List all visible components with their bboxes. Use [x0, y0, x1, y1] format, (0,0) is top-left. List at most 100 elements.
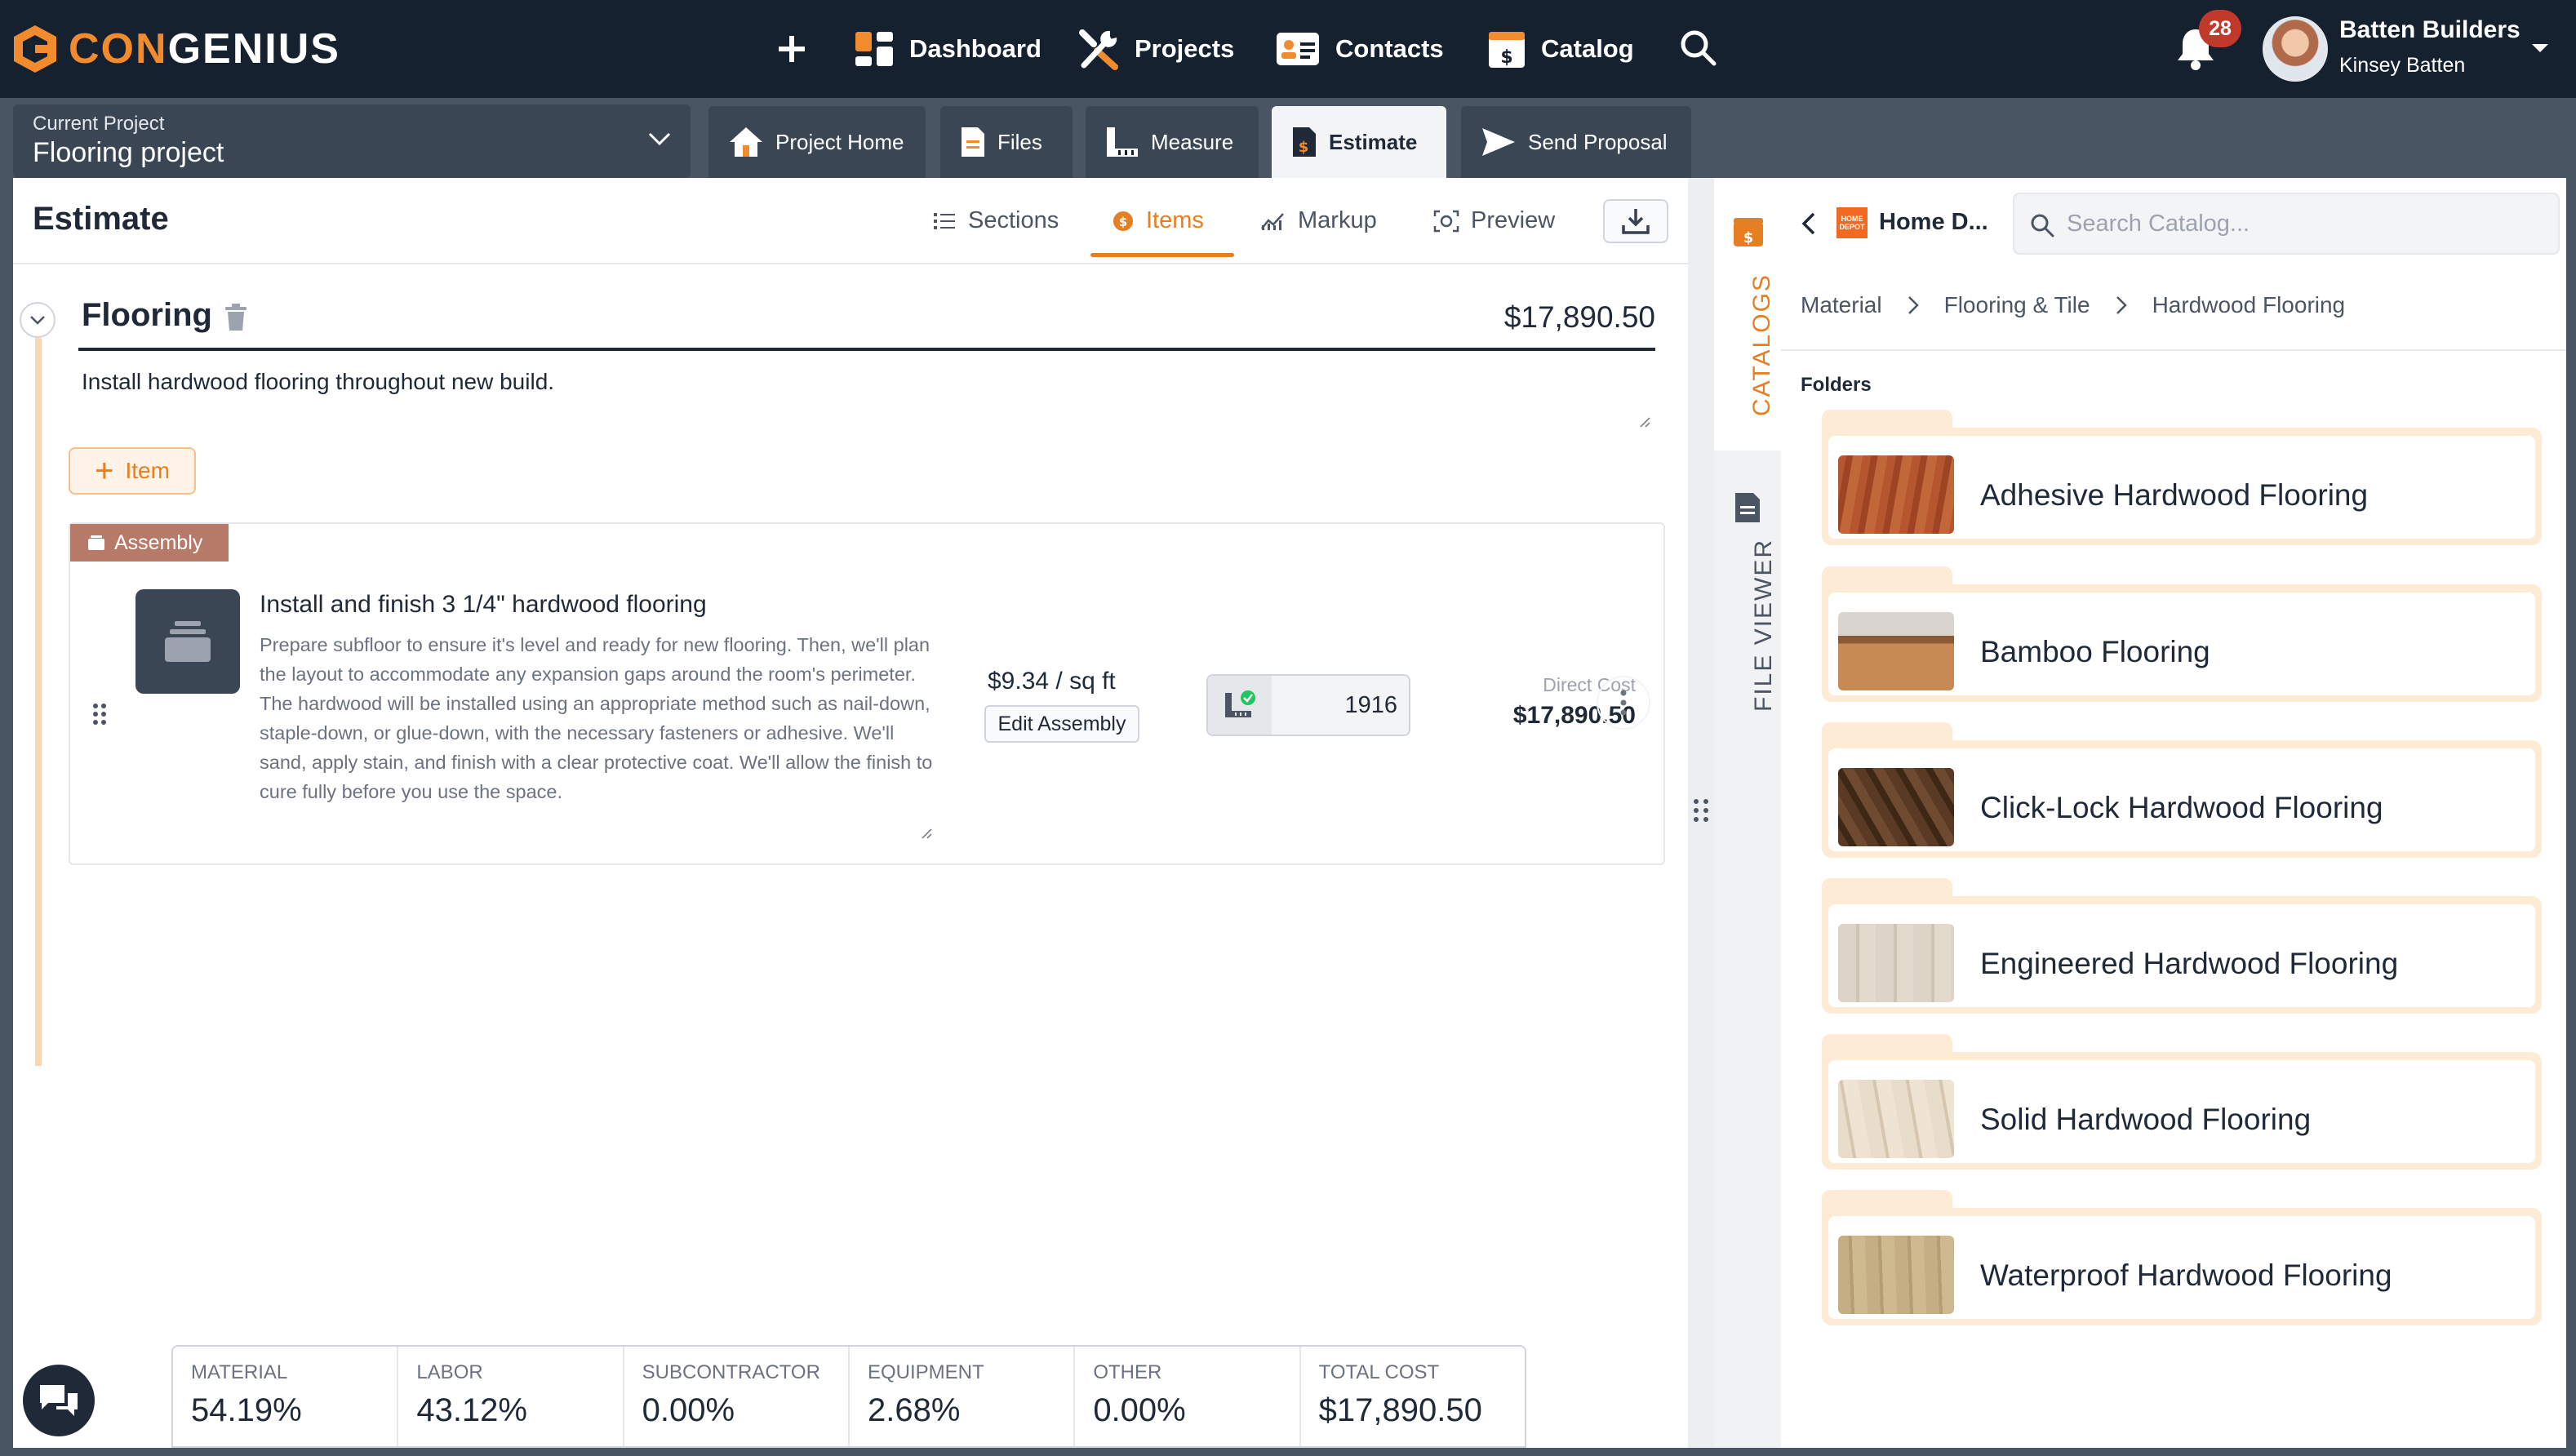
active-tab-indicator	[1090, 253, 1234, 257]
catalog-search-input[interactable]	[2067, 206, 2540, 242]
assembly-card: Assembly Install and finish 3 1/4" hardw…	[69, 522, 1665, 865]
summary-subcontractor: SUBCONTRACTOR 0.00%	[624, 1347, 850, 1446]
search-icon[interactable]	[1678, 28, 1719, 69]
resize-handle-icon[interactable]	[919, 826, 932, 839]
estimate-file-icon: $	[1291, 126, 1317, 158]
layers-icon	[87, 534, 106, 552]
more-options-button[interactable]	[1597, 676, 1650, 730]
dashboard-icon	[854, 30, 895, 68]
assembly-title[interactable]: Install and finish 3 1/4" hardwood floor…	[260, 591, 707, 619]
folder-click-lock[interactable]: Click-Lock Hardwood Flooring	[1822, 722, 2542, 858]
folder-name: Waterproof Hardwood Flooring	[1980, 1258, 2392, 1292]
breadcrumb-hardwood-flooring[interactable]: Hardwood Flooring	[2152, 292, 2346, 318]
summary-labor: LABOR 43.12%	[398, 1347, 624, 1446]
tab-measure[interactable]: Measure	[1086, 106, 1259, 178]
summary-material: MATERIAL 54.19%	[173, 1347, 399, 1446]
catalog-search[interactable]	[2013, 193, 2560, 255]
estimate-panel: Estimate Sections $ Items Markup Preview…	[13, 178, 1688, 1448]
preview-icon	[1433, 210, 1459, 233]
home-icon	[728, 126, 764, 158]
more-vertical-icon	[1620, 690, 1627, 716]
tab-markup[interactable]: Markup	[1260, 207, 1377, 234]
nav-dashboard[interactable]: Dashboard	[854, 21, 1042, 77]
document-icon[interactable]	[1734, 491, 1761, 524]
back-chevron-icon[interactable]	[1799, 211, 1819, 237]
measure-linked-icon[interactable]	[1208, 676, 1272, 735]
tab-send-proposal[interactable]: Send Proposal	[1461, 106, 1691, 178]
tab-label: Sections	[968, 207, 1059, 233]
tab-catalogs-label: CATALOGS	[1748, 273, 1775, 416]
tab-files[interactable]: Files	[940, 106, 1073, 178]
tab-sections[interactable]: Sections	[932, 207, 1059, 234]
folder-solid[interactable]: Solid Hardwood Flooring	[1822, 1034, 2542, 1170]
edit-assembly-button[interactable]: Edit Assembly	[984, 705, 1139, 743]
folder-name: Bamboo Flooring	[1980, 635, 2210, 668]
brand-part-1: CON	[69, 25, 168, 73]
file-icon	[960, 126, 986, 158]
assembly-description[interactable]: Prepare subfloor to ensure it's level an…	[260, 630, 937, 806]
folder-bamboo[interactable]: Bamboo Flooring	[1822, 566, 2542, 702]
folder-engineered[interactable]: Engineered Hardwood Flooring	[1822, 878, 2542, 1014]
assembly-tag: Assembly	[70, 524, 229, 562]
plus-icon: +	[95, 453, 114, 489]
tab-label: Measure	[1151, 129, 1234, 154]
unit-price: $9.34 / sq ft	[988, 668, 1116, 695]
drag-handle-icon[interactable]	[1691, 797, 1711, 824]
caret-down-icon[interactable]	[2529, 41, 2552, 55]
catalog-box-icon: $	[1487, 29, 1526, 69]
tab-project-home[interactable]: Project Home	[708, 106, 926, 178]
section-collapse-toggle[interactable]	[20, 302, 56, 338]
svg-text:$: $	[1743, 229, 1754, 246]
breadcrumb-material[interactable]: Material	[1801, 292, 1882, 318]
current-project-name: Flooring project	[33, 137, 224, 168]
chat-bubbles-icon	[40, 1385, 78, 1416]
current-project-selector[interactable]: Current Project Flooring project	[13, 104, 691, 178]
contact-card-icon	[1275, 31, 1321, 67]
summary-other: OTHER 0.00%	[1075, 1347, 1301, 1446]
resize-handle-icon[interactable]	[1637, 415, 1650, 428]
section-description[interactable]: Install hardwood flooring throughout new…	[82, 369, 554, 395]
current-project-label: Current Project	[33, 113, 165, 135]
chat-button[interactable]	[20, 1361, 98, 1440]
add-item-button[interactable]: + Item	[69, 447, 196, 495]
congenius-logo[interactable]: CONGENIUS	[11, 23, 340, 75]
send-icon	[1481, 127, 1517, 158]
chevron-right-icon	[1907, 295, 1920, 316]
section-title[interactable]: Flooring	[82, 297, 212, 334]
tab-items[interactable]: $ Items	[1112, 207, 1204, 234]
catalog-store-name[interactable]: Home D...	[1879, 209, 1988, 236]
tab-label: Files	[997, 129, 1042, 154]
folder-name: Adhesive Hardwood Flooring	[1980, 478, 2369, 512]
stack-icon	[165, 621, 211, 662]
logo-mark-icon	[14, 25, 56, 73]
folder-thumbnail	[1838, 924, 1954, 1002]
tab-label: Send Proposal	[1528, 129, 1668, 154]
folder-name: Solid Hardwood Flooring	[1980, 1103, 2312, 1136]
summary-total-cost: TOTAL COST $17,890.50	[1318, 1361, 1482, 1428]
chevron-down-icon	[648, 132, 671, 146]
folder-waterproof[interactable]: Waterproof Hardwood Flooring	[1822, 1190, 2542, 1325]
tab-preview[interactable]: Preview	[1433, 207, 1555, 234]
divider	[13, 263, 1688, 264]
list-icon	[932, 211, 957, 232]
plus-icon[interactable]	[771, 28, 813, 70]
trash-icon[interactable]	[224, 304, 248, 331]
tab-file-viewer-label[interactable]: FILE VIEWER	[1750, 539, 1778, 712]
quantity-field[interactable]: 1916	[1206, 674, 1410, 736]
drag-handle-icon[interactable]	[91, 702, 108, 726]
nav-contacts[interactable]: Contacts	[1275, 21, 1444, 77]
catalog-panel: HOME DEPOT Home D... Material Flooring &…	[1781, 178, 2566, 1448]
avatar[interactable]	[2263, 16, 2328, 82]
catalog-box-icon: $	[1734, 218, 1763, 246]
tab-label: Items	[1146, 207, 1204, 233]
chevron-down-icon	[30, 316, 45, 325]
download-icon	[1622, 209, 1650, 234]
breadcrumb: Material Flooring & Tile Hardwood Floori…	[1801, 292, 2345, 318]
tab-label: Preview	[1471, 207, 1556, 233]
nav-projects[interactable]: Projects	[1077, 21, 1234, 77]
nav-catalog[interactable]: $ Catalog	[1487, 21, 1634, 77]
tab-estimate[interactable]: $ Estimate	[1272, 106, 1446, 178]
breadcrumb-flooring-tile[interactable]: Flooring & Tile	[1944, 292, 2090, 318]
download-button[interactable]	[1603, 199, 1668, 243]
folder-adhesive-hardwood[interactable]: Adhesive Hardwood Flooring	[1822, 410, 2542, 545]
